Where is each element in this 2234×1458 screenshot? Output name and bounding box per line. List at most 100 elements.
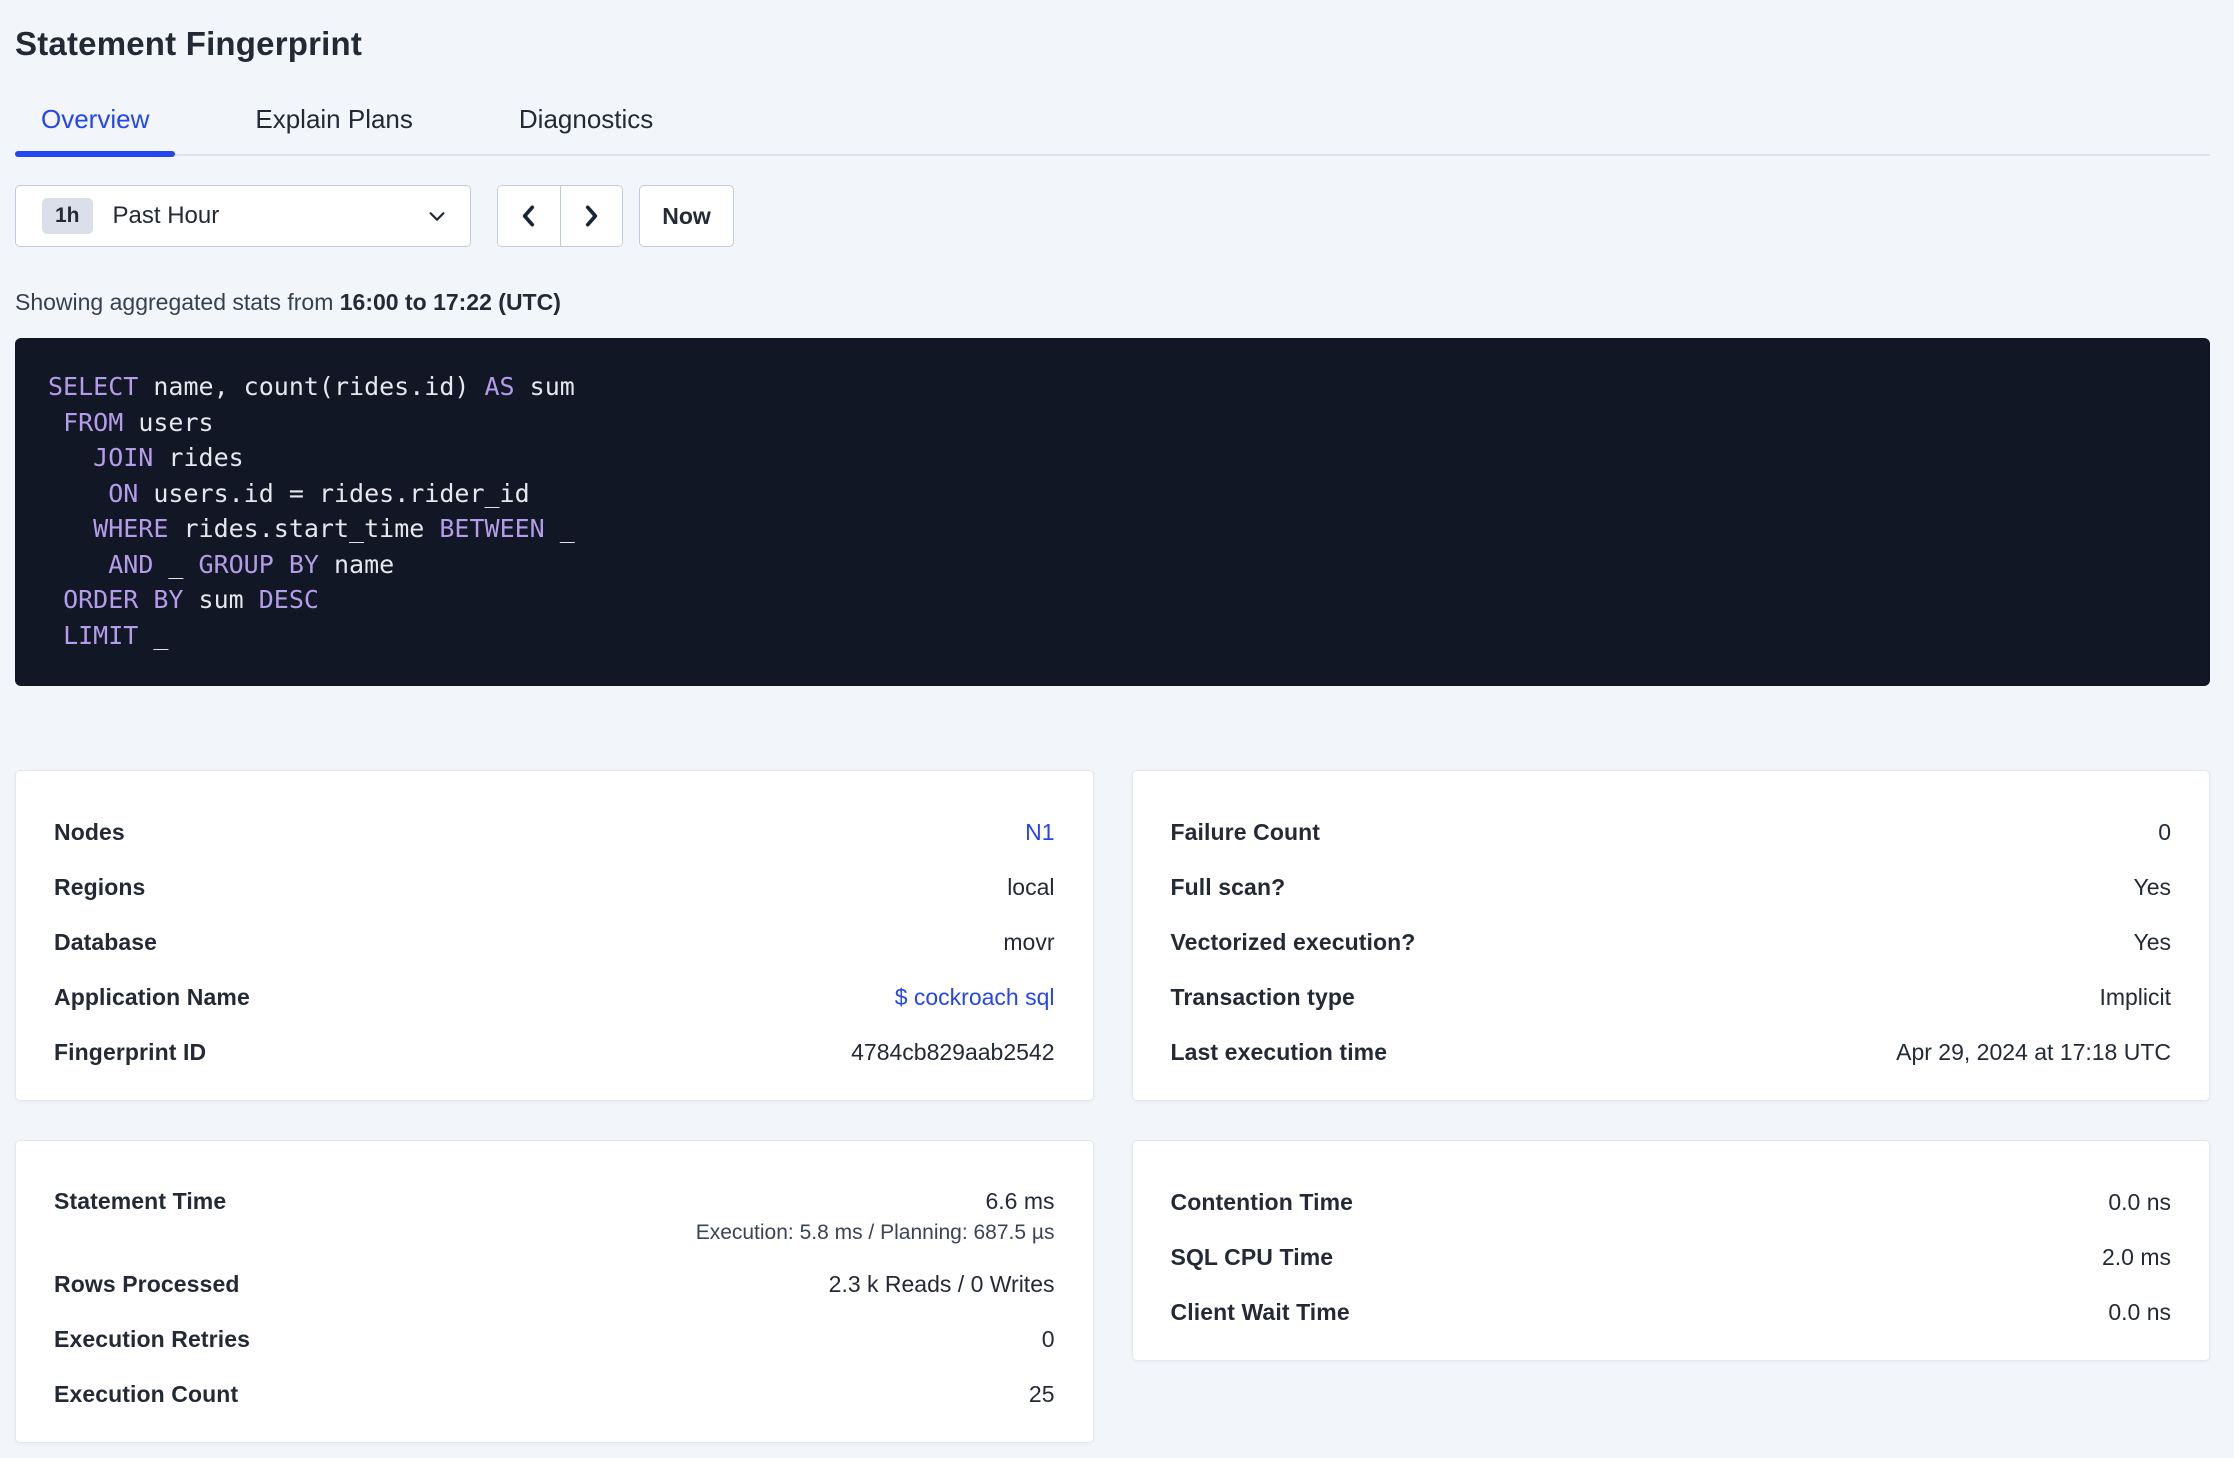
info-row-fingerprint-id: Fingerprint ID 4784cb829aab2542	[54, 1025, 1055, 1080]
time-controls: 1h Past Hour Now	[15, 185, 2210, 247]
nodes-link[interactable]: N1	[1025, 819, 1054, 846]
tab-overview[interactable]: Overview	[15, 104, 176, 157]
chevron-down-icon	[429, 212, 445, 221]
sql-line: AND _ GROUP BY name	[48, 547, 2180, 583]
info-label: Full scan?	[1170, 874, 1286, 900]
info-label: Nodes	[54, 819, 125, 845]
time-range-label: Past Hour	[112, 202, 220, 229]
info-value: 6.6 ms	[985, 1188, 1055, 1214]
info-row-statement-time: Statement Time 6.6 ms Execution: 5.8 ms …	[54, 1175, 1055, 1257]
sql-keyword: WHERE	[93, 514, 169, 543]
time-interval-badge: 1h	[42, 198, 93, 234]
wait-time-card: Contention Time 0.0 ns SQL CPU Time 2.0 …	[1131, 1140, 2210, 1361]
info-value: local	[1007, 874, 1055, 900]
info-value: Yes	[2133, 929, 2171, 955]
info-row-vectorized-execution: Vectorized execution? Yes	[1171, 915, 2172, 970]
info-label: Rows Processed	[54, 1271, 240, 1297]
info-row-rows-processed: Rows Processed 2.3 k Reads / 0 Writes	[54, 1257, 1055, 1312]
sql-keyword: SELECT	[48, 372, 139, 401]
time-range-select[interactable]: 1h Past Hour	[15, 185, 471, 247]
page-title: Statement Fingerprint	[15, 25, 363, 62]
info-value: 0	[2158, 819, 2171, 845]
time-window-stepper	[497, 185, 623, 247]
info-value: 4784cb829aab2542	[851, 1039, 1055, 1065]
statement-time-values: 6.6 ms Execution: 5.8 ms / Planning: 687…	[696, 1188, 1055, 1245]
tab-diagnostics[interactable]: Diagnostics	[493, 104, 679, 154]
sql-text: users.id = rides.rider_id	[138, 478, 530, 508]
info-value: Yes	[2133, 874, 2171, 900]
info-value: 0	[1041, 1326, 1055, 1352]
sql-keyword: AND	[108, 549, 154, 579]
sql-text: name	[318, 549, 395, 579]
sql-text: _	[138, 620, 169, 650]
chevron-left-icon	[522, 205, 534, 227]
info-row-full-scan: Full scan? Yes	[1171, 860, 2172, 915]
sql-keyword: JOIN	[93, 443, 154, 472]
sql-line: ON users.id = rides.rider_id	[48, 476, 2180, 512]
sql-text: _	[153, 549, 199, 579]
info-value: movr	[1003, 929, 1055, 955]
sql-statement-box: SELECT name, count(rides.id) AS sum FROM…	[15, 338, 2210, 686]
info-row-database: Database movr	[54, 915, 1055, 970]
tab-explain-plans[interactable]: Explain Plans	[229, 104, 439, 154]
info-value: 2.0 ms	[2101, 1244, 2171, 1270]
statement-timing-card: Statement Time 6.6 ms Execution: 5.8 ms …	[15, 1140, 1094, 1443]
next-time-window-button[interactable]	[559, 186, 622, 246]
statement-fingerprint-page: Statement Fingerprint Overview Explain P…	[0, 0, 2234, 1443]
info-row-last-execution-time: Last execution time Apr 29, 2024 at 17:1…	[1171, 1025, 2172, 1080]
sql-line: JOIN rides	[48, 440, 2180, 476]
info-value: Apr 29, 2024 at 17:18 UTC	[1896, 1039, 2171, 1065]
sql-text: name, count(rides.id)	[138, 372, 485, 401]
info-label: Application Name	[54, 984, 250, 1010]
sql-line: FROM users	[48, 405, 2180, 441]
sql-keyword: LIMIT	[63, 620, 139, 650]
application-name-link[interactable]: $ cockroach sql	[895, 984, 1055, 1011]
statement-time-breakdown: Execution: 5.8 ms / Planning: 687.5 µs	[695, 1221, 1055, 1244]
info-row-execution-retries: Execution Retries 0	[54, 1312, 1055, 1367]
aggregated-stats-prefix: Showing aggregated stats from	[15, 289, 340, 315]
sql-text: rides	[153, 443, 244, 472]
info-row-transaction-type: Transaction type Implicit	[1171, 970, 2172, 1025]
info-label: Statement Time	[54, 1188, 227, 1214]
info-value: 0.0 ns	[2108, 1299, 2171, 1325]
info-label: Failure Count	[1170, 819, 1321, 845]
sql-text: rides.start_time	[168, 514, 440, 543]
now-button[interactable]: Now	[639, 185, 734, 247]
sql-keyword: BETWEEN	[439, 514, 545, 543]
sql-keyword: GROUP BY	[198, 549, 319, 579]
sql-keyword: ON	[108, 478, 139, 508]
sql-line: ORDER BY sum DESC	[48, 582, 2180, 618]
info-label: Last execution time	[1170, 1039, 1388, 1065]
sql-line: SELECT name, count(rides.id) AS sum	[48, 369, 2180, 405]
info-row-client-wait-time: Client Wait Time 0.0 ns	[1171, 1285, 2172, 1340]
info-row-sql-cpu-time: SQL CPU Time 2.0 ms	[1171, 1230, 2172, 1285]
previous-time-window-button[interactable]	[498, 186, 560, 246]
sql-keyword: AS	[484, 372, 515, 401]
info-value: 2.3 k Reads / 0 Writes	[828, 1271, 1055, 1297]
info-label: Execution Retries	[54, 1326, 250, 1352]
info-row-failure-count: Failure Count 0	[1171, 805, 2172, 860]
info-label: SQL CPU Time	[1170, 1244, 1334, 1270]
sql-line: LIMIT _	[48, 618, 2180, 654]
info-label: Vectorized execution?	[1170, 929, 1416, 955]
info-label: Database	[54, 929, 158, 955]
info-label: Contention Time	[1170, 1189, 1354, 1215]
info-label: Transaction type	[1170, 984, 1355, 1010]
aggregated-stats-line: Showing aggregated stats from 16:00 to 1…	[15, 287, 2210, 317]
info-value: Implicit	[2099, 984, 2171, 1010]
sql-keyword: FROM	[63, 407, 124, 437]
tab-bar: Overview Explain Plans Diagnostics	[15, 104, 2210, 157]
info-row-regions: Regions local	[54, 860, 1055, 915]
info-row-nodes: Nodes N1	[54, 805, 1055, 860]
info-label: Regions	[54, 874, 146, 900]
info-label: Execution Count	[54, 1381, 239, 1407]
sql-text: sum	[183, 585, 259, 614]
sql-text: sum	[514, 372, 575, 401]
sql-line: WHERE rides.start_time BETWEEN _	[48, 511, 2180, 547]
